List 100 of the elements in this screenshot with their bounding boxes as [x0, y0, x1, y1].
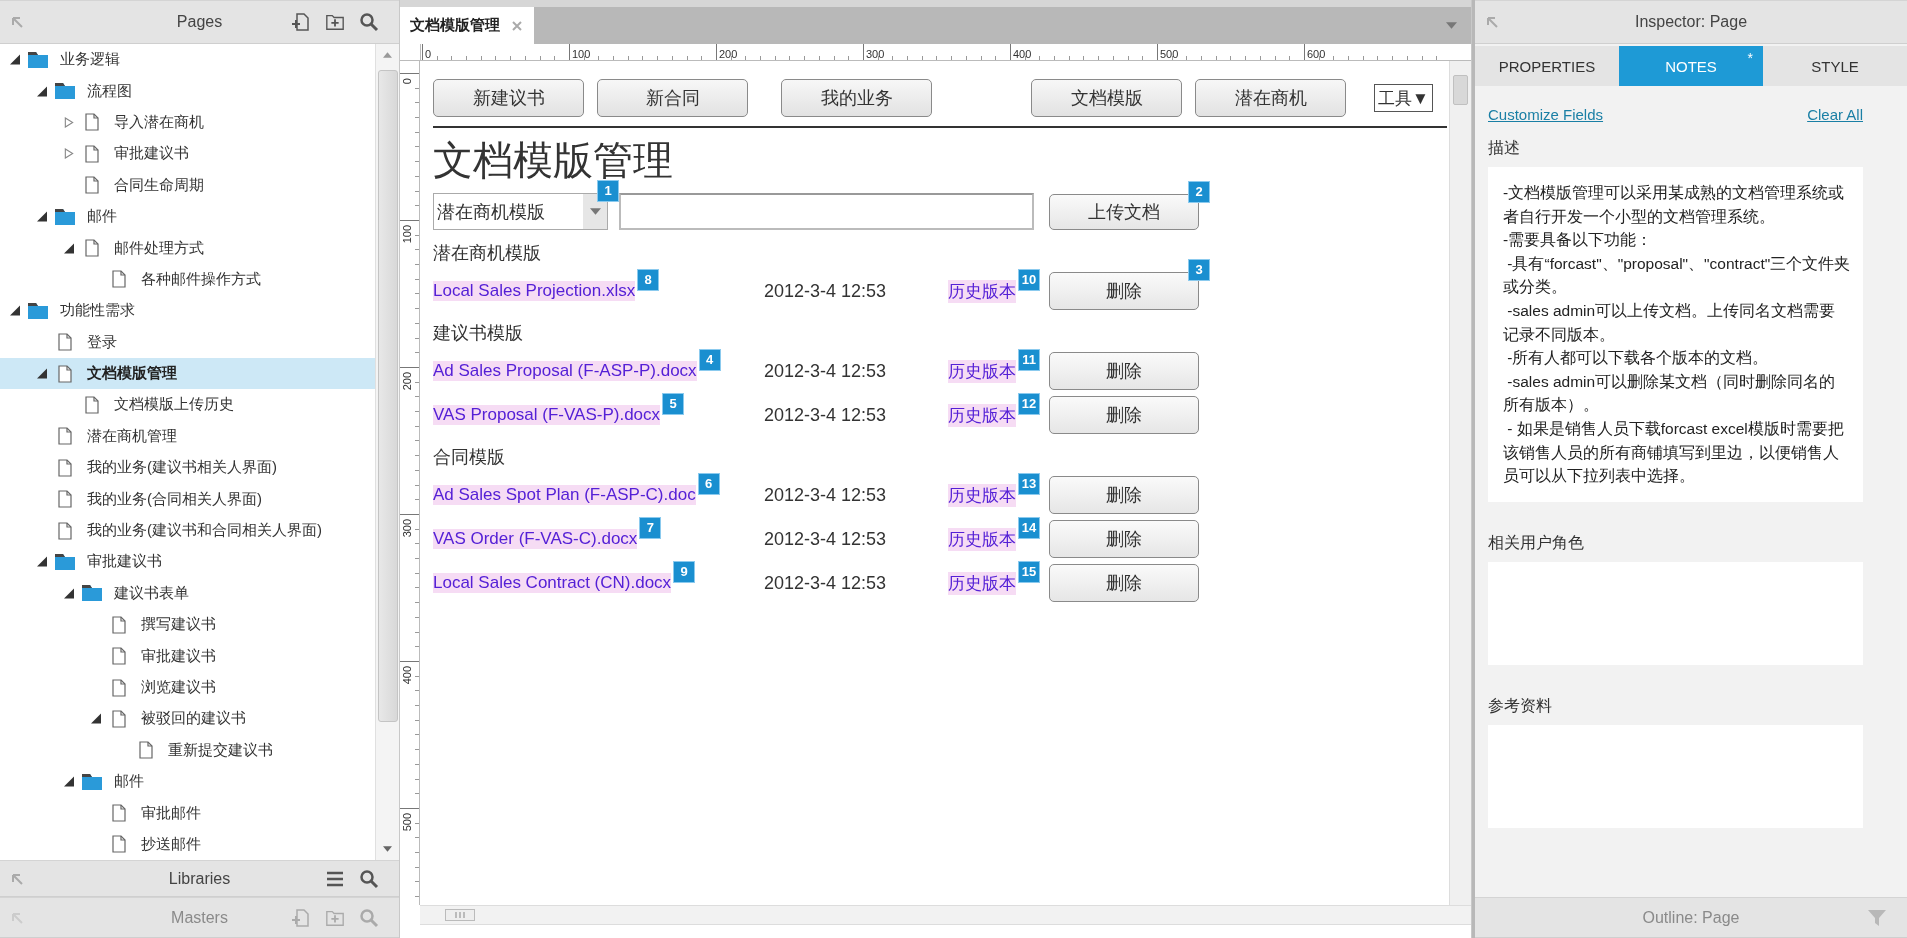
- page-tree-item[interactable]: 功能性需求: [0, 295, 375, 327]
- page-icon: [85, 396, 99, 414]
- panel-title: Inspector: Page: [1634, 13, 1748, 31]
- delete-button[interactable]: 删除: [1049, 396, 1199, 434]
- page-tree-item[interactable]: 业务逻辑: [0, 44, 375, 76]
- expanded-arrow-icon[interactable]: [91, 713, 101, 725]
- history-link[interactable]: 历史版本: [948, 359, 1016, 383]
- scrollbar[interactable]: [375, 44, 399, 860]
- page-tree-item[interactable]: 审批建议书: [0, 640, 375, 672]
- nav-button[interactable]: 新建议书: [433, 79, 584, 117]
- expanded-arrow-icon[interactable]: [37, 368, 47, 380]
- page-icon: [58, 364, 72, 383]
- pop-out-arrow-icon[interactable]: [10, 15, 24, 29]
- delete-button[interactable]: 删除: [1049, 476, 1199, 514]
- pop-out-arrow-icon[interactable]: [1485, 15, 1499, 29]
- page-icon: [58, 490, 72, 509]
- delete-button[interactable]: 删除: [1049, 520, 1199, 558]
- panel-title: Libraries: [168, 869, 231, 888]
- history-link[interactable]: 历史版本: [948, 279, 1016, 303]
- annotation-badge: 10: [1019, 270, 1039, 290]
- page-tree-item[interactable]: 邮件: [0, 200, 375, 233]
- expanded-arrow-icon[interactable]: [64, 587, 74, 599]
- expanded-arrow-icon[interactable]: [37, 211, 47, 223]
- delete-button[interactable]: 删除: [1049, 564, 1199, 602]
- expanded-arrow-icon[interactable]: [10, 305, 20, 317]
- text-link[interactable]: Clear All: [1807, 106, 1863, 123]
- page-tree-item[interactable]: 审批邮件: [0, 797, 375, 829]
- page-tree-item[interactable]: 我的业务(合同相关人界面): [0, 483, 375, 515]
- page-tree-item[interactable]: 重新提交建议书: [0, 734, 375, 766]
- expanded-arrow-icon[interactable]: [37, 556, 47, 568]
- file-link[interactable]: VAS Proposal (F-VAS-P).docx: [433, 405, 661, 425]
- document-tab[interactable]: 文档模版管理: [400, 7, 534, 44]
- page-tree-item[interactable]: 抄送邮件: [0, 828, 375, 860]
- scrollbar-thumb[interactable]: [1453, 75, 1468, 105]
- annotation-badge: 1: [598, 181, 618, 201]
- page-tree-item[interactable]: 审批建议书: [0, 546, 375, 578]
- page-tree-item[interactable]: 导入潜在商机: [0, 106, 375, 139]
- nav-button[interactable]: 文档模版: [1031, 79, 1182, 117]
- file-link[interactable]: VAS Order (F-VAS-C).docx: [433, 529, 638, 549]
- page-tree-item[interactable]: 合同生命周期: [0, 169, 375, 201]
- history-link[interactable]: 历史版本: [948, 571, 1016, 595]
- inspector-tab[interactable]: PROPERTIES: [1475, 46, 1619, 86]
- notes-text-area[interactable]: -文档模版管理可以采用某成熟的文档管理系统或者自行开发一个小型的文档管理系统。 -需要具备以下功能： -具有“forcast"、"proposal"、"contract"三个文件夹或分类。 -sales admin可以上传文档。上传同名文档需要记录不同版本。 -所有人都可以下载各个版本的文档。 -sales admin可以删除某文档（同时删除同名的所有版本）。 - 如果是销售人员下载forcast excel模版时需要把该销售人员的所有商铺填写到里边，以便销售人员可以从下拉列表中选择。: [1488, 167, 1863, 502]
- text-link[interactable]: Customize Fields: [1488, 106, 1604, 123]
- file-link[interactable]: Ad Sales Spot Plan (F-ASP-C).doc: [433, 485, 696, 505]
- page-tree-item[interactable]: 我的业务(建议书相关人界面): [0, 452, 375, 484]
- pop-out-arrow-icon[interactable]: [10, 871, 24, 886]
- page-tree-item[interactable]: 审批建议书: [0, 138, 375, 170]
- expanded-arrow-icon[interactable]: [64, 242, 74, 254]
- page-tree-item[interactable]: 邮件处理方式: [0, 232, 375, 264]
- expanded-arrow-icon[interactable]: [64, 776, 74, 788]
- ruler-label: 500: [1159, 48, 1179, 60]
- page-tree-item[interactable]: 被驳回的建议书: [0, 703, 375, 735]
- inspector-tab[interactable]: STYLE: [1763, 46, 1907, 86]
- history-link[interactable]: 历史版本: [948, 403, 1016, 427]
- page-tree-item[interactable]: 登录: [0, 326, 375, 358]
- tools-dropdown[interactable]: 工具▼: [1374, 84, 1433, 112]
- page-tree-item[interactable]: 文档模版上传历史: [0, 389, 375, 421]
- page-tree-item[interactable]: 邮件: [0, 766, 375, 798]
- dropdown-arrow-icon[interactable]: [1446, 22, 1457, 29]
- ruler-label: 300: [865, 48, 885, 60]
- collapsed-arrow-icon[interactable]: [64, 148, 74, 160]
- page-tree-item[interactable]: 各种邮件操作方式: [0, 263, 375, 296]
- search-icon[interactable]: [359, 12, 379, 32]
- scroll-down-arrow-icon[interactable]: [383, 846, 392, 852]
- history-link[interactable]: 历史版本: [948, 527, 1016, 551]
- history-link[interactable]: 历史版本: [948, 483, 1016, 507]
- panel-title: Pages: [176, 13, 223, 31]
- page-tree-item[interactable]: 建议书表单: [0, 577, 375, 610]
- ruler-label: 400: [1012, 48, 1032, 60]
- collapsed-arrow-icon[interactable]: [64, 116, 74, 128]
- upload-date: 2012-3-4 12:53: [764, 404, 888, 426]
- scrollbar[interactable]: [420, 905, 1471, 925]
- expanded-arrow-icon[interactable]: [10, 54, 20, 66]
- page-tree-item[interactable]: 流程图: [0, 75, 375, 107]
- page-tree-item[interactable]: 潜在商机管理: [0, 420, 375, 453]
- search-icon[interactable]: [359, 868, 379, 889]
- scrollbar-thumb[interactable]: [377, 70, 398, 722]
- scrollbar[interactable]: [1449, 61, 1471, 905]
- page-tree-item[interactable]: 浏览建议书: [0, 671, 375, 704]
- nav-button[interactable]: 我的业务: [781, 79, 932, 117]
- page-tree-item[interactable]: 文档模版管理: [0, 357, 375, 390]
- upload-date: 2012-3-4 12:53: [764, 484, 888, 506]
- file-link[interactable]: Ad Sales Proposal (F-ASP-P).docx: [433, 361, 697, 381]
- add-folder-icon[interactable]: [325, 12, 345, 32]
- file-path-field[interactable]: [619, 193, 1034, 230]
- page-tree-item[interactable]: 我的业务(建议书和合同相关人界面): [0, 514, 375, 547]
- file-link[interactable]: Local Sales Projection.xlsx: [433, 281, 636, 301]
- ruler-label: 600: [1306, 48, 1326, 60]
- add-page-icon[interactable]: [291, 12, 311, 32]
- close-icon[interactable]: [512, 20, 522, 31]
- file-link[interactable]: Local Sales Contract (CN).docx: [433, 573, 672, 593]
- expanded-arrow-icon[interactable]: [37, 85, 47, 97]
- page-tree-item[interactable]: 撰写建议书: [0, 609, 375, 641]
- nav-button[interactable]: 新合同: [597, 79, 748, 117]
- scroll-up-arrow-icon[interactable]: [383, 52, 392, 58]
- scrollbar-grip-icon[interactable]: [445, 909, 475, 921]
- delete-button[interactable]: 删除: [1049, 352, 1199, 390]
- nav-button[interactable]: 潜在商机: [1195, 79, 1346, 117]
- filter-icon[interactable]: [1867, 907, 1887, 928]
